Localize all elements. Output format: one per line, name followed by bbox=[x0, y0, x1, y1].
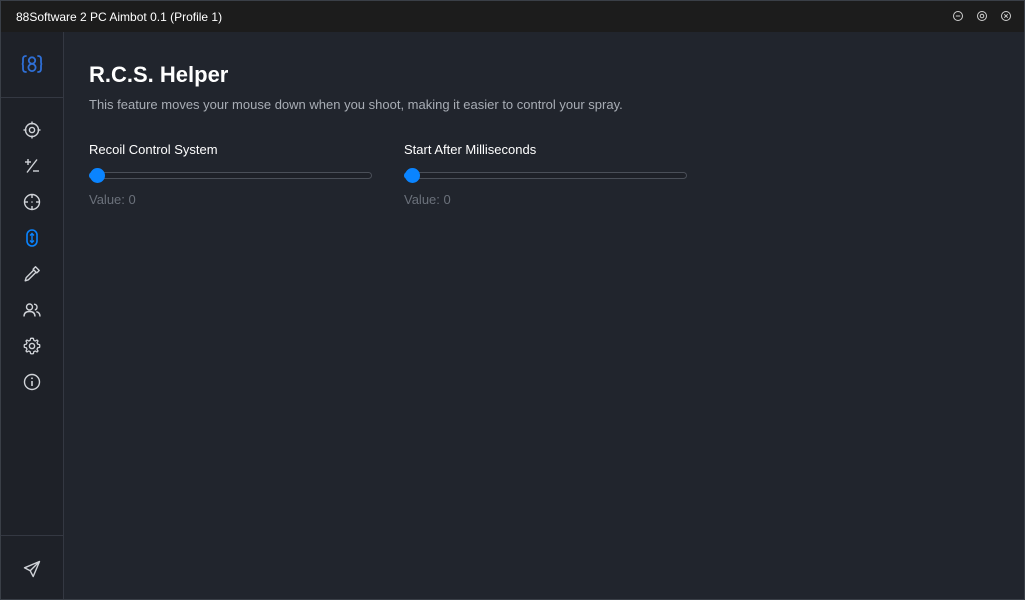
app-window: 88Software 2 PC Aimbot 0.1 (Profile 1) R… bbox=[0, 0, 1025, 600]
sidebar bbox=[1, 32, 64, 599]
start-after-ms-slider-group: Start After Milliseconds Value: 0 bbox=[404, 142, 688, 207]
maximize-icon[interactable] bbox=[976, 10, 988, 22]
crosshair-icon[interactable] bbox=[21, 119, 43, 141]
slider-track[interactable] bbox=[404, 172, 687, 179]
slider-thumb[interactable] bbox=[405, 168, 420, 183]
mouse-vertical-icon[interactable] bbox=[21, 227, 43, 249]
slider-label: Recoil Control System bbox=[89, 142, 218, 157]
slider-track[interactable] bbox=[89, 172, 372, 179]
minimize-icon[interactable] bbox=[952, 10, 964, 22]
window-controls bbox=[952, 10, 1012, 22]
title-bar: 88Software 2 PC Aimbot 0.1 (Profile 1) bbox=[1, 1, 1024, 32]
start-after-ms-slider[interactable] bbox=[404, 167, 687, 183]
recoil-control-slider[interactable] bbox=[89, 167, 372, 183]
slider-thumb[interactable] bbox=[90, 168, 105, 183]
slider-value: Value: 0 bbox=[404, 192, 451, 207]
slider-label: Start After Milliseconds bbox=[404, 142, 537, 157]
main-content: R.C.S. Helper This feature moves your mo… bbox=[65, 32, 1024, 599]
eyedropper-icon[interactable] bbox=[21, 263, 43, 285]
sidebar-divider bbox=[1, 97, 64, 98]
88-logo-icon[interactable] bbox=[21, 53, 43, 75]
window-title: 88Software 2 PC Aimbot 0.1 (Profile 1) bbox=[16, 10, 223, 24]
slider-value: Value: 0 bbox=[89, 192, 136, 207]
recoil-control-slider-group: Recoil Control System Value: 0 bbox=[89, 142, 373, 207]
target-icon[interactable] bbox=[21, 191, 43, 213]
info-icon[interactable] bbox=[21, 371, 43, 393]
sidebar-bottom-divider bbox=[1, 535, 64, 536]
plus-minus-icon[interactable] bbox=[21, 155, 43, 177]
close-icon[interactable] bbox=[1000, 10, 1012, 22]
send-icon[interactable] bbox=[21, 558, 43, 580]
page-description: This feature moves your mouse down when … bbox=[89, 97, 623, 112]
page-title: R.C.S. Helper bbox=[89, 62, 229, 87]
gear-icon[interactable] bbox=[21, 335, 43, 357]
users-icon[interactable] bbox=[21, 299, 43, 321]
